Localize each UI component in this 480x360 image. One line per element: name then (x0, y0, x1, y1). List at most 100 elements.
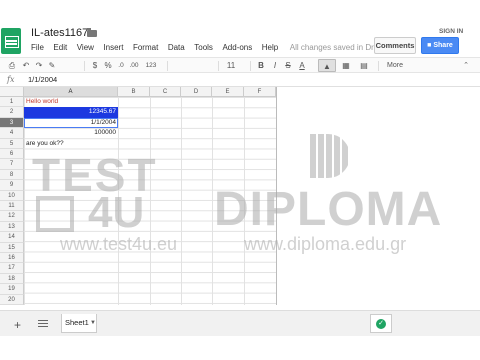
all-sheets-list-icon[interactable] (38, 320, 48, 328)
row-header-18[interactable]: 18 (0, 273, 24, 285)
row-header-1[interactable]: 1 (0, 97, 24, 108)
save-status[interactable]: All changes saved in Drive (290, 43, 384, 52)
more-formats-button[interactable]: 123 (142, 59, 160, 72)
column-gridline (118, 97, 119, 305)
more-button[interactable]: More (382, 59, 408, 72)
fx-icon: fx (7, 75, 15, 84)
share-label: Share (433, 42, 453, 49)
menu-edit[interactable]: Edit (53, 43, 67, 52)
currency-button[interactable]: $ (90, 59, 100, 72)
cell-a1[interactable]: Hello world (24, 97, 118, 107)
column-gridline (181, 97, 182, 305)
menu-view[interactable]: View (77, 43, 94, 52)
row-header-19[interactable]: 19 (0, 284, 24, 295)
add-sheet-button[interactable]: + (14, 318, 21, 332)
percent-button[interactable]: % (103, 59, 113, 72)
column-gridline (244, 97, 245, 305)
menu-format[interactable]: Format (133, 43, 158, 52)
comments-button[interactable]: Comments (374, 37, 416, 54)
print-icon[interactable]: ⎙ (6, 59, 18, 72)
row-header-10[interactable]: 10 (0, 190, 24, 201)
row-header-3[interactable]: 3 (0, 117, 24, 129)
font-family-dropdown[interactable] (172, 59, 208, 72)
collapse-chevron-icon[interactable]: ⌃ (460, 59, 472, 72)
toolbar-divider (250, 61, 251, 71)
row-header-11[interactable]: 11 (0, 201, 24, 212)
row-header-7[interactable]: 7 (0, 159, 24, 170)
formula-input[interactable]: 1/1/2004 (28, 75, 57, 84)
menu-file[interactable]: File (31, 43, 44, 52)
menu-help[interactable]: Help (262, 43, 278, 52)
toolbar: ⎙ ↶ ↷ ✎ $ % .0 .00 123 11 B I S A ▲ ▦ ▤ … (0, 57, 480, 73)
spreadsheet-grid: A B C D E F 1 2 3 4 5 6 7 8 9 10 11 12 1… (0, 87, 276, 305)
column-header-e[interactable]: E (212, 87, 244, 97)
row-header-6[interactable]: 6 (0, 149, 24, 160)
increase-decimal-button[interactable]: .00 (127, 59, 141, 72)
row-header-17[interactable]: 17 (0, 263, 24, 274)
column-header-c[interactable]: C (150, 87, 181, 97)
row-header-16[interactable]: 16 (0, 253, 24, 264)
text-color-button[interactable]: A (296, 59, 308, 72)
paint-format-icon[interactable]: ✎ (46, 59, 58, 72)
sheet-tab-label: Sheet1 (65, 318, 89, 327)
sign-in-link[interactable]: SIGN IN (439, 28, 463, 35)
column-header-f[interactable]: F (244, 87, 276, 97)
menu-data[interactable]: Data (168, 43, 185, 52)
select-all-corner[interactable] (0, 87, 24, 97)
cell-a5[interactable]: are you ok?? (24, 139, 118, 149)
sheet-bar: + Sheet1 ▼ ✓ (0, 310, 480, 336)
redo-icon[interactable]: ↷ (33, 59, 45, 72)
row-header-4[interactable]: 4 (0, 128, 24, 139)
toolbar-divider (84, 61, 85, 71)
toolbar-divider (167, 61, 168, 71)
toolbar-divider (218, 61, 219, 71)
cell-a4[interactable]: 100000 (24, 128, 118, 138)
bold-button[interactable]: B (256, 59, 266, 72)
row-header-14[interactable]: 14 (0, 232, 24, 243)
decrease-decimal-button[interactable]: .0 (115, 59, 127, 72)
menu-bar: File Edit View Insert Format Data Tools … (31, 42, 384, 54)
sheet-tab[interactable]: Sheet1 ▼ (61, 314, 97, 333)
folder-icon[interactable] (87, 28, 97, 37)
row-header-5[interactable]: 5 (0, 138, 24, 149)
menu-insert[interactable]: Insert (103, 43, 123, 52)
fill-color-button[interactable]: ▲ (318, 59, 336, 72)
font-size-dropdown[interactable]: 11 (224, 59, 238, 72)
undo-icon[interactable]: ↶ (20, 59, 32, 72)
cell-a2[interactable]: 12345.67 (24, 107, 118, 118)
menu-addons[interactable]: Add-ons (222, 43, 252, 52)
italic-button[interactable]: I (270, 59, 280, 72)
bottom-strip (0, 336, 480, 360)
row-header-8[interactable]: 8 (0, 169, 24, 181)
row-header-9[interactable]: 9 (0, 180, 24, 191)
column-gridline (212, 97, 213, 305)
column-header-d[interactable]: D (181, 87, 212, 97)
toolbar-divider (378, 61, 379, 71)
sheets-logo-icon[interactable] (1, 28, 21, 54)
check-icon: ✓ (376, 319, 386, 329)
row-header-12[interactable]: 12 (0, 211, 24, 222)
strikethrough-button[interactable]: S (283, 59, 293, 72)
row-header-13[interactable]: 13 (0, 221, 24, 233)
watermark-diploma-logo-icon (310, 134, 350, 178)
merge-cells-icon[interactable]: ▤ (356, 59, 372, 72)
column-gridline (150, 97, 151, 305)
row-header-2[interactable]: 2 (0, 107, 24, 118)
column-header-a[interactable]: A (24, 87, 118, 97)
cell-a3[interactable]: 1/1/2004 (24, 117, 118, 129)
grid-edge (276, 87, 277, 305)
share-button[interactable]: ■ Share (421, 37, 459, 54)
formula-bar: fx 1/1/2004 (0, 73, 480, 87)
spreadsheet-app: IL-ates1167 SIGN IN File Edit View Inser… (0, 0, 480, 360)
menu-tools[interactable]: Tools (194, 43, 213, 52)
column-header-b[interactable]: B (118, 87, 150, 97)
cell-area[interactable]: Hello world 12345.67 1/1/2004 100000 are… (24, 97, 276, 305)
row-header-15[interactable]: 15 (0, 242, 24, 253)
paint-bucket-icon: ▲ (323, 62, 331, 71)
explore-button[interactable]: ✓ (370, 314, 392, 333)
borders-icon[interactable]: ▦ (340, 59, 352, 72)
document-title[interactable]: IL-ates1167 (31, 27, 88, 39)
dropdown-arrow-icon[interactable]: ▼ (90, 314, 96, 332)
row-header-20[interactable]: 20 (0, 294, 24, 305)
lock-icon: ■ (427, 42, 432, 49)
